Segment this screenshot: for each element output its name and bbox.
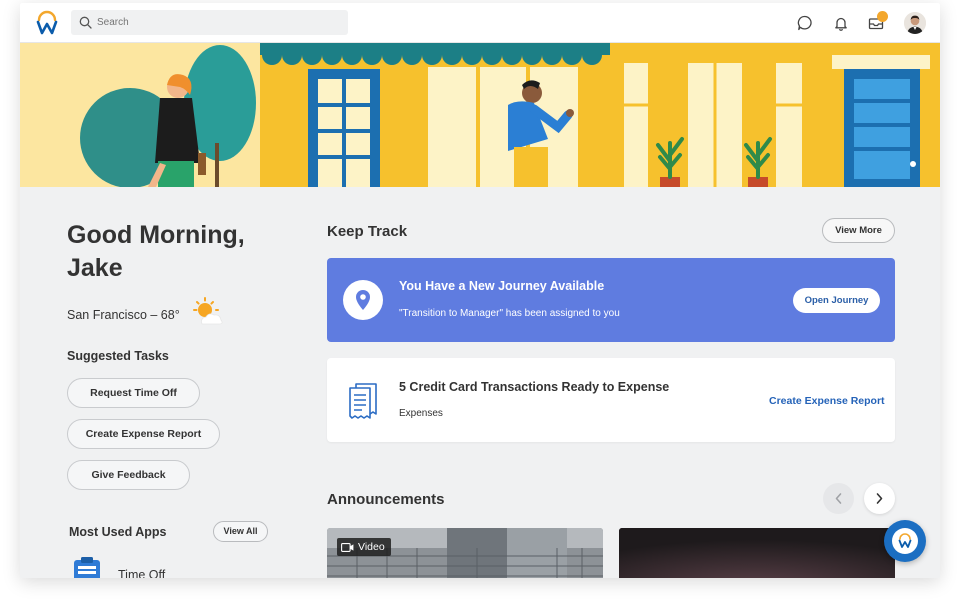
- suggested-tasks-heading: Suggested Tasks: [67, 349, 169, 363]
- receipt-icon: [349, 383, 377, 419]
- time-off-app-label[interactable]: Time Off: [118, 568, 165, 578]
- video-camera-icon: [341, 542, 354, 552]
- workday-assistant-icon: [898, 533, 912, 548]
- request-time-off-button[interactable]: Request Time Off: [67, 378, 200, 408]
- assistant-chat-button[interactable]: [884, 520, 926, 562]
- dark-photo: [619, 528, 895, 578]
- greeting-line-2: Jake: [67, 254, 123, 282]
- bell-icon[interactable]: [832, 14, 850, 32]
- chevron-left-icon: [835, 493, 842, 504]
- create-expense-report-button[interactable]: Create Expense Report: [67, 419, 220, 449]
- open-journey-button[interactable]: Open Journey: [793, 288, 880, 313]
- user-avatar-image: [904, 12, 926, 34]
- create-expense-report-link[interactable]: Create Expense Report: [769, 395, 885, 407]
- location-pin-icon: [356, 290, 370, 310]
- journey-subtitle: "Transition to Manager" has been assigne…: [399, 308, 620, 319]
- weather-text: San Francisco – 68°: [67, 308, 180, 322]
- announcement-card-video[interactable]: Video: [327, 528, 603, 578]
- search-icon: [79, 16, 92, 29]
- most-used-apps-heading: Most Used Apps: [69, 525, 167, 539]
- journey-title: You Have a New Journey Available: [399, 279, 605, 293]
- journey-pin-container: [343, 280, 383, 320]
- view-more-button[interactable]: View More: [822, 218, 895, 243]
- expense-subtitle: Expenses: [399, 408, 443, 419]
- video-tag: Video: [337, 538, 391, 556]
- user-avatar[interactable]: [904, 12, 926, 34]
- greeting-heading: Good Morning, Jake: [67, 219, 287, 285]
- journey-card[interactable]: You Have a New Journey Available "Transi…: [327, 258, 895, 342]
- next-button[interactable]: [864, 483, 895, 514]
- keep-track-heading: Keep Track: [327, 223, 408, 240]
- notification-badge: [877, 11, 888, 22]
- video-tag-label: Video: [358, 541, 385, 553]
- workday-logo-icon[interactable]: [34, 9, 60, 35]
- hero-illustration: [20, 43, 940, 187]
- previous-button[interactable]: [823, 483, 854, 514]
- give-feedback-button[interactable]: Give Feedback: [67, 460, 190, 490]
- search-input[interactable]: [97, 10, 337, 35]
- announcement-card-2[interactable]: [619, 528, 895, 578]
- greeting-line-1: Good Morning,: [67, 221, 245, 249]
- search-bar[interactable]: [71, 10, 348, 35]
- chevron-right-icon: [876, 493, 883, 504]
- partly-sunny-icon: [193, 297, 223, 325]
- chat-icon[interactable]: [796, 14, 814, 32]
- workday-home: Good Morning, Jake San Francisco – 68° S…: [20, 3, 940, 578]
- expense-card[interactable]: 5 Credit Card Transactions Ready to Expe…: [327, 358, 895, 442]
- assistant-chat-inner: [892, 528, 918, 554]
- top-bar: [20, 3, 940, 43]
- awning-scallops: [262, 45, 602, 65]
- view-all-button[interactable]: View All: [213, 521, 268, 542]
- announcements-heading: Announcements: [327, 491, 445, 508]
- expense-title: 5 Credit Card Transactions Ready to Expe…: [399, 380, 670, 394]
- time-off-app-icon[interactable]: [72, 556, 102, 578]
